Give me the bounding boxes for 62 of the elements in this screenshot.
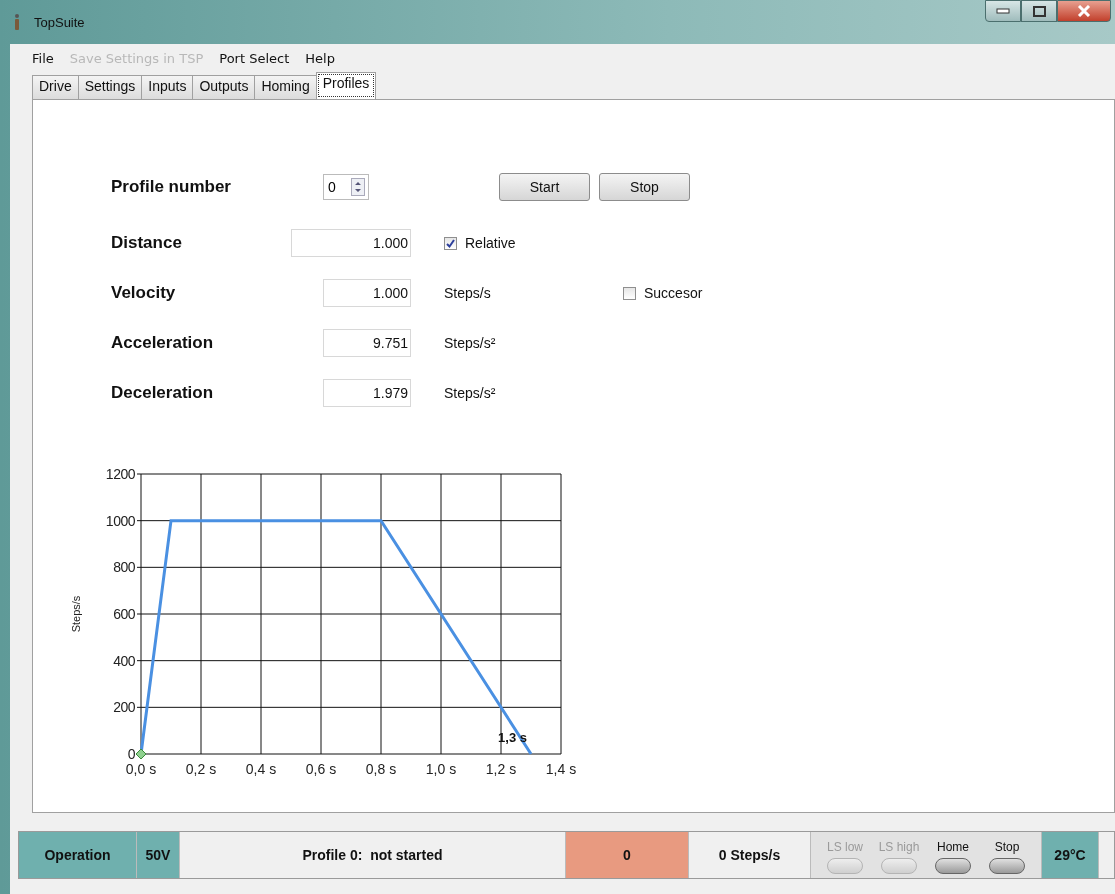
indicator-label: LS low (827, 840, 863, 854)
profile-number-spinner[interactable]: 0 (323, 174, 369, 200)
action-button[interactable]: Start (499, 173, 590, 201)
checkbox-label: Succesor (644, 285, 703, 301)
x-tick-label: 0,6 s (305, 761, 337, 777)
tab[interactable]: Settings (77, 75, 143, 99)
field-label: Velocity (111, 283, 177, 303)
x-tick-label: 1,4 s (545, 761, 577, 777)
input-field[interactable]: 1.979 (323, 379, 411, 407)
indicator-label: Stop (994, 840, 1020, 854)
y-tick-label: 600 (113, 606, 135, 622)
unit-label: Steps/s² (444, 385, 497, 401)
checkbox[interactable] (444, 236, 457, 250)
spin-arrows-icon[interactable] (351, 178, 365, 196)
indicator-label: Home (937, 840, 969, 854)
field-label: Deceleration (111, 383, 215, 403)
x-tick-label: 0,2 s (185, 761, 217, 777)
action-button[interactable]: Stop (599, 173, 690, 201)
tab[interactable]: Homing (254, 75, 317, 99)
close-button[interactable] (1057, 0, 1111, 22)
temperature-indicator: 29°C (1042, 832, 1099, 878)
x-tick-label: 1,2 s (485, 761, 517, 777)
y-tick-label: 800 (113, 559, 135, 576)
field-label: Distance (111, 233, 183, 253)
y-tick-label: 0 (127, 746, 135, 762)
unit-label: Steps/s (444, 285, 492, 301)
checkbox-label: Relative (465, 235, 516, 251)
y-axis-label: Steps/s (70, 595, 82, 633)
mode-indicator: Operation (19, 832, 137, 878)
y-tick-label: 1200 (105, 466, 135, 482)
x-tick-label: 0,4 s (245, 761, 277, 777)
menu-item[interactable]: Port Select (219, 51, 304, 73)
window-title: TopSuite (34, 14, 85, 30)
app-icon (12, 13, 22, 31)
tab[interactable]: Inputs (141, 75, 194, 99)
y-tick-label: 400 (113, 652, 135, 669)
close-icon (1077, 5, 1091, 17)
menu-item[interactable]: Help (305, 51, 349, 73)
minimize-button[interactable] (985, 0, 1021, 22)
field-label: Profile number (111, 177, 232, 197)
unit-label: Steps/s² (444, 335, 497, 351)
y-tick-label: 200 (113, 699, 135, 716)
tab[interactable]: Outputs (192, 75, 256, 99)
position-indicator: 0 (566, 832, 689, 878)
x-tick-label: 1,0 s (425, 761, 457, 777)
minimize-icon (996, 8, 1010, 14)
voltage-indicator: 50V (137, 832, 180, 878)
origin-marker (135, 748, 147, 760)
input-field[interactable]: 1.000 (291, 229, 411, 257)
x-tick-label: 0,0 s (125, 761, 157, 777)
field-label: Acceleration (111, 333, 215, 353)
input-field[interactable]: 9.751 (323, 329, 411, 357)
tab[interactable]: Profiles (315, 72, 377, 99)
menu-item[interactable]: File (32, 51, 68, 73)
input-field[interactable]: 1.000 (323, 279, 411, 307)
checkbox[interactable] (623, 286, 636, 300)
y-tick-label: 1000 (105, 512, 135, 529)
maximize-icon (1032, 5, 1046, 17)
maximize-button[interactable] (1021, 0, 1057, 22)
tab[interactable]: Drive (32, 75, 79, 99)
indicator-label: LS high (878, 840, 920, 854)
x-tick-label: 0,8 s (365, 761, 397, 777)
